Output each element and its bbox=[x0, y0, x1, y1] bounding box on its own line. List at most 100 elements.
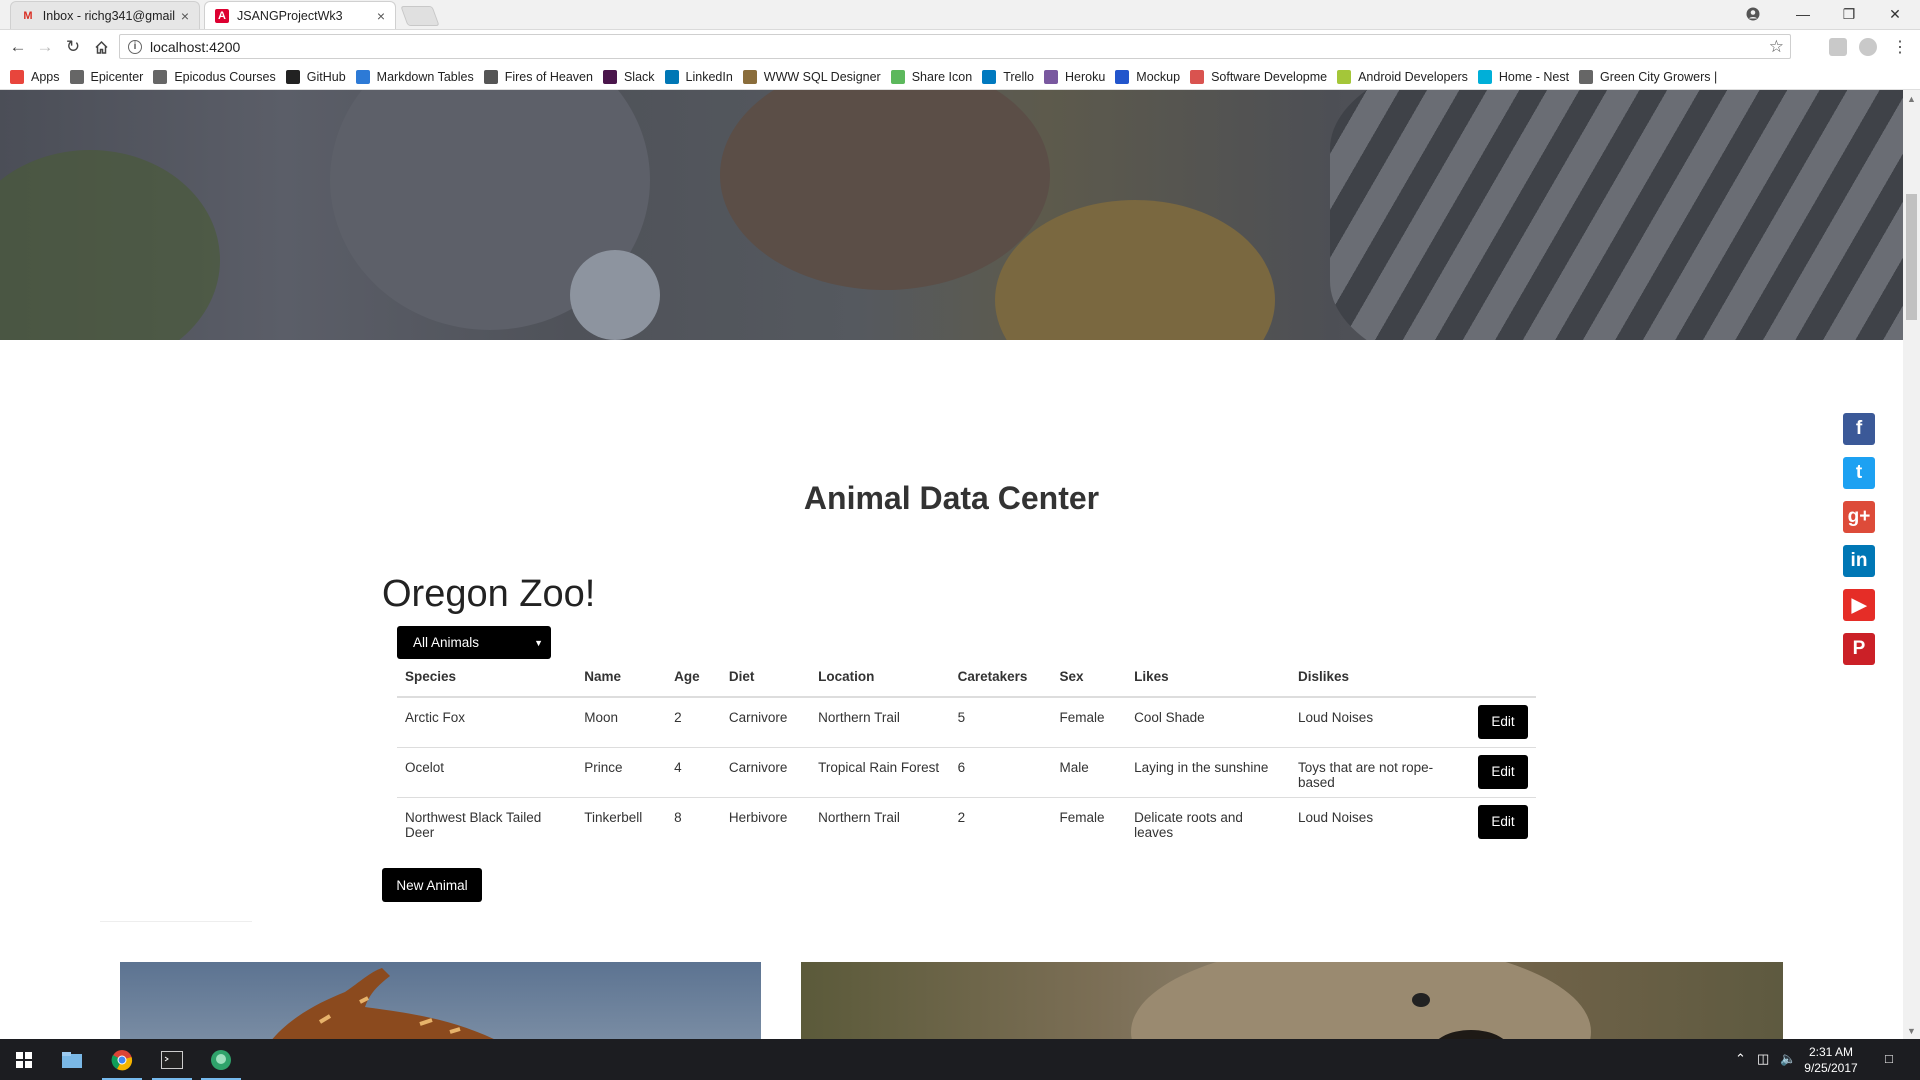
animal-table: Species Name Age Diet Location Caretakers Sex L… bbox=[397, 656, 1536, 847]
bookmark-item[interactable]: Epicodus Courses bbox=[153, 69, 276, 84]
animal-filter-select[interactable]: All Animals ▼ bbox=[397, 626, 551, 659]
cell-sex: Female bbox=[1051, 696, 1127, 747]
edit-button[interactable]: Edit bbox=[1478, 804, 1528, 839]
address-toolbar: ← → ↻ i localhost:4200 ☆ ⋮ bbox=[0, 30, 1920, 64]
cell-dislikes: Loud Noises bbox=[1290, 796, 1470, 847]
bookmark-label: Home - Nest bbox=[1498, 69, 1570, 84]
table-icon bbox=[355, 69, 370, 84]
terminal-icon[interactable] bbox=[148, 1039, 196, 1080]
bookmark-label: Slack bbox=[623, 69, 655, 84]
angular-icon: A bbox=[215, 8, 229, 23]
slack-icon bbox=[602, 69, 617, 84]
bookmark-item[interactable]: Software Developme bbox=[1190, 69, 1327, 84]
url-bar[interactable]: i localhost:4200 ☆ bbox=[119, 34, 1791, 59]
scroll-up-icon[interactable]: ▲ bbox=[1903, 90, 1920, 107]
network-icon[interactable]: ◫ bbox=[1757, 1051, 1769, 1067]
menu-kebab-icon[interactable]: ⋮ bbox=[1888, 35, 1912, 59]
bear-image bbox=[801, 962, 1783, 1039]
bookmark-item[interactable]: Share Icon bbox=[890, 69, 973, 84]
ad-icon bbox=[1190, 69, 1205, 84]
bookmark-item[interactable]: Apps bbox=[10, 69, 60, 84]
pinterest-icon[interactable]: P bbox=[1843, 633, 1875, 665]
extension-icon[interactable] bbox=[1829, 38, 1847, 56]
bookmark-item[interactable]: Markdown Tables bbox=[355, 69, 474, 84]
column-header: Name bbox=[576, 656, 667, 698]
bookmark-label: Fires of Heaven bbox=[504, 69, 593, 84]
tab-gmail-inbox[interactable]: M Inbox - richg341@gmail × bbox=[10, 1, 200, 29]
profile-icon[interactable] bbox=[1730, 0, 1776, 28]
cell-location: Northern Trail bbox=[810, 696, 950, 747]
epicodus-icon bbox=[69, 69, 84, 84]
info-icon[interactable]: i bbox=[128, 39, 142, 54]
new-tab-button[interactable] bbox=[400, 6, 440, 26]
file-explorer-icon[interactable] bbox=[48, 1039, 96, 1080]
minimize-icon[interactable]: — bbox=[1780, 0, 1826, 28]
reload-icon[interactable]: ↻ bbox=[61, 35, 85, 59]
extension-gear-icon[interactable] bbox=[1859, 38, 1877, 56]
youtube-icon[interactable]: ▶ bbox=[1843, 589, 1875, 621]
column-header: Likes bbox=[1126, 656, 1291, 698]
bookmark-label: Apps bbox=[31, 69, 60, 84]
bookmark-star-icon[interactable]: ☆ bbox=[1769, 37, 1784, 57]
cell-action: Edit bbox=[1470, 696, 1536, 747]
bookmark-item[interactable]: Mockup bbox=[1115, 69, 1181, 84]
facebook-icon[interactable]: f bbox=[1843, 413, 1875, 445]
cell-age: 4 bbox=[666, 746, 721, 797]
twitter-icon[interactable]: t bbox=[1843, 457, 1875, 489]
close-window-icon[interactable]: ✕ bbox=[1872, 0, 1918, 28]
tray-expand-icon[interactable]: ⌃ bbox=[1735, 1051, 1746, 1067]
bookmark-item[interactable]: Fires of Heaven bbox=[483, 69, 593, 84]
taskbar-clock[interactable]: 2:31 AM 9/25/2017 bbox=[1796, 1044, 1866, 1076]
volume-icon[interactable]: 🔈 bbox=[1780, 1051, 1796, 1067]
column-header: Sex bbox=[1051, 656, 1127, 698]
page-viewport: Animal Data Center Oregon Zoo! All Anima… bbox=[0, 90, 1903, 1039]
bookmark-item[interactable]: Android Developers bbox=[1337, 69, 1468, 84]
wings-icon bbox=[483, 69, 498, 84]
bookmarks-bar: Apps Epicenter Epicodus Courses GitHub Markd… bbox=[0, 64, 1920, 90]
gitkraken-icon[interactable] bbox=[197, 1039, 245, 1080]
cell-name: Tinkerbell bbox=[576, 796, 667, 847]
tab-close-icon[interactable]: × bbox=[377, 8, 385, 24]
bookmark-item[interactable]: GitHub bbox=[285, 69, 346, 84]
windows-start-icon[interactable] bbox=[0, 1039, 48, 1080]
table-row: Arctic Fox Moon 2 Carnivore Northern Trail 5 F… bbox=[397, 696, 1536, 747]
bookmark-item[interactable]: Home - Nest bbox=[1477, 69, 1570, 84]
bookmark-item[interactable]: Trello bbox=[982, 69, 1034, 84]
cell-name: Moon bbox=[576, 696, 667, 747]
bookmark-label: Mockup bbox=[1136, 69, 1181, 84]
cell-name: Prince bbox=[576, 746, 667, 797]
bookmark-item[interactable]: WWW SQL Designer bbox=[742, 69, 881, 84]
chrome-taskbar-icon[interactable] bbox=[98, 1039, 146, 1080]
cell-likes: Cool Shade bbox=[1126, 696, 1291, 747]
bookmark-label: GitHub bbox=[306, 69, 346, 84]
browser-tab-strip: M Inbox - richg341@gmail × A JSANGProjec… bbox=[0, 0, 1920, 30]
cell-species: Arctic Fox bbox=[397, 696, 577, 747]
bookmark-label: Share Icon bbox=[911, 69, 973, 84]
bookmark-item[interactable]: Heroku bbox=[1043, 69, 1105, 84]
bookmark-item[interactable]: Slack bbox=[602, 69, 655, 84]
linkedin-icon[interactable]: in bbox=[1843, 545, 1875, 577]
android-icon bbox=[1337, 69, 1352, 84]
forward-icon[interactable]: → bbox=[33, 35, 57, 59]
cell-diet: Carnivore bbox=[720, 696, 811, 747]
bookmark-label: Green City Growers | bbox=[1600, 69, 1718, 84]
notifications-icon[interactable]: □ bbox=[1885, 1051, 1893, 1066]
tab-close-icon[interactable]: × bbox=[181, 8, 189, 24]
scrollbar-thumb[interactable] bbox=[1906, 194, 1917, 320]
google-plus-icon[interactable]: g+ bbox=[1843, 501, 1875, 533]
bookmark-item[interactable]: Green City Growers | bbox=[1579, 69, 1718, 84]
table-row: Northwest Black Tailed Deer Tinkerbell 8 He… bbox=[397, 796, 1536, 847]
clock-time: 2:31 AM bbox=[1808, 1045, 1854, 1059]
back-icon[interactable]: ← bbox=[6, 35, 30, 59]
page-scrollbar[interactable]: ▲ ▼ bbox=[1903, 90, 1920, 1039]
new-animal-button[interactable]: New Animal bbox=[382, 868, 482, 902]
home-icon[interactable] bbox=[89, 35, 113, 59]
restore-icon[interactable]: ❐ bbox=[1826, 0, 1872, 28]
edit-button[interactable]: Edit bbox=[1478, 754, 1528, 789]
bookmark-item[interactable]: LinkedIn bbox=[664, 69, 733, 84]
tab-jsang-project[interactable]: A JSANGProjectWk3 × bbox=[204, 1, 396, 29]
bookmark-label: WWW SQL Designer bbox=[763, 69, 881, 84]
edit-button[interactable]: Edit bbox=[1478, 705, 1528, 739]
scroll-down-icon[interactable]: ▼ bbox=[1903, 1022, 1920, 1039]
bookmark-item[interactable]: Epicenter bbox=[69, 69, 143, 84]
